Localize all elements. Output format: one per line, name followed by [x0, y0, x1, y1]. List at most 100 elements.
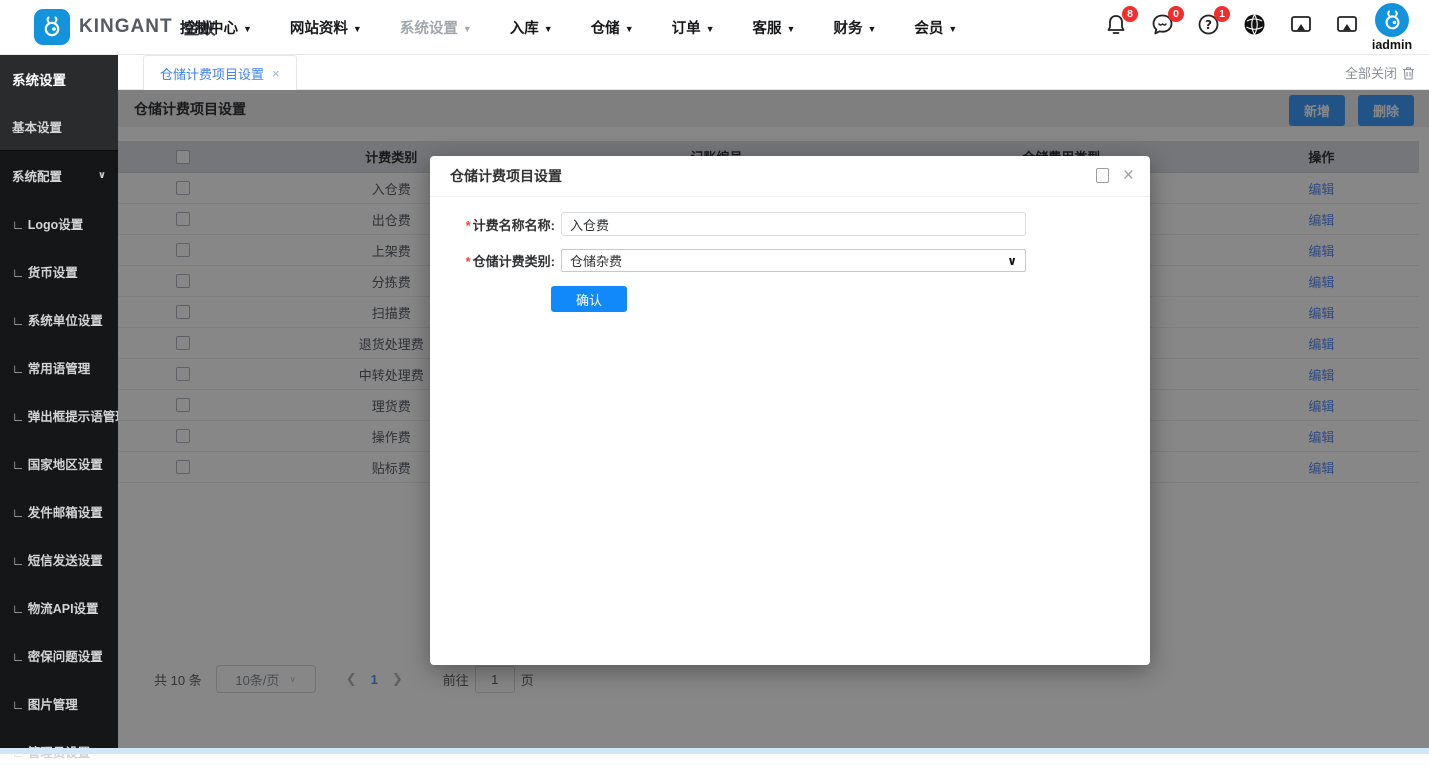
tab-close-icon[interactable]: × — [272, 66, 280, 81]
sidebar-item[interactable]: ∟ 弹出框提示语管理 ∨ — [0, 391, 118, 439]
fee-category-field-row: *仓储计费类别: 仓储杂费 ∨ — [430, 249, 1026, 272]
close-icon[interactable]: × — [1123, 169, 1134, 183]
sidebar-item-label: ∟ 常用语管理 — [12, 358, 90, 377]
nav-menu-label: 网站资料 — [290, 17, 348, 38]
brand-name-en: KINGANT — [79, 16, 173, 38]
nav-menu-item[interactable]: 会员 ▼ — [914, 17, 957, 38]
close-all-tabs-button[interactable]: 全部关闭 — [1345, 55, 1415, 90]
nav-menu-label: 会员 — [914, 17, 943, 38]
required-asterisk: * — [466, 218, 471, 233]
globe-language-icon[interactable] — [1243, 13, 1267, 37]
nav-menu-label: 入库 — [510, 17, 539, 38]
sidebar-item-label: 系统设置 — [12, 69, 66, 89]
sidebar-item[interactable]: 系统设置 ∨ — [0, 55, 118, 103]
chevron-down-icon: ▼ — [463, 24, 472, 34]
nav-menu-item[interactable]: 系统设置 ▼ — [400, 17, 472, 38]
fee-category-selected-value: 仓储杂费 — [570, 251, 622, 270]
storage-fee-dialog: 仓储计费项目设置 × *计费名称名称: *仓储计费类别: 仓储杂费 ∨ 确认 — [430, 156, 1150, 665]
help-badge: 1 — [1214, 6, 1230, 22]
nav-menu-item[interactable]: 入库 ▼ — [510, 17, 553, 38]
chevron-down-icon: ▼ — [948, 24, 957, 34]
chevron-down-icon: ▼ — [706, 24, 715, 34]
notification-bell-icon[interactable]: 8 — [1105, 13, 1129, 37]
sidebar-item[interactable]: 基本设置 ∨ — [0, 103, 118, 151]
sidebar-item[interactable]: ∟ Logo设置 ∨ — [0, 199, 118, 247]
dialog-tools: × — [1096, 168, 1134, 183]
screen-monitor-icon[interactable] — [1289, 13, 1313, 37]
fee-category-select[interactable]: 仓储杂费 ∨ — [561, 249, 1026, 272]
sidebar-item-label: ∟ 密保问题设置 — [12, 646, 103, 665]
fee-category-label: *仓储计费类别: — [430, 251, 555, 270]
sidebar-item[interactable]: ∟ 发件邮箱设置 ∨ — [0, 487, 118, 535]
close-all-label: 全部关闭 — [1345, 63, 1397, 82]
sidebar-item[interactable]: ∟ 短信发送设置 ∨ — [0, 535, 118, 583]
chevron-down-icon: ▼ — [867, 24, 876, 34]
nav-menu-label: 财务 — [833, 17, 862, 38]
chevron-down-icon: ▼ — [544, 24, 553, 34]
fee-name-input[interactable] — [561, 212, 1026, 236]
chat-badge: 0 — [1168, 6, 1184, 22]
nav-menu-label: 系统设置 — [400, 17, 458, 38]
nav-menu-item[interactable]: 控制中心 ▼ — [180, 17, 252, 38]
nav-menu-item[interactable]: 订单 ▼ — [672, 17, 715, 38]
sidebar-item-label: ∟ Logo设置 — [12, 214, 83, 233]
bell-badge: 8 — [1122, 6, 1138, 22]
sidebar-item[interactable]: ∟ 货币设置 ∨ — [0, 247, 118, 295]
chevron-down-icon: ▼ — [625, 24, 634, 34]
nav-menu-item[interactable]: 网站资料 ▼ — [290, 17, 362, 38]
sidebar-item-label: ∟ 货币设置 — [12, 262, 78, 281]
horizontal-scrollbar[interactable] — [0, 748, 1429, 754]
fee-name-label: *计费名称名称: — [430, 215, 555, 234]
tab-label: 仓储计费项目设置 — [160, 64, 264, 83]
chevron-down-icon: ∨ — [1007, 254, 1017, 268]
sidebar-item[interactable]: 系统配置 ∨ — [0, 151, 118, 199]
required-asterisk: * — [466, 254, 471, 269]
user-menu[interactable]: iadmin — [1363, 3, 1421, 52]
nav-menu-item[interactable]: 财务 ▼ — [833, 17, 876, 38]
nav-menu-label: 控制中心 — [180, 17, 238, 38]
sidebar-item-label: ∟ 弹出框提示语管理 — [12, 406, 118, 425]
sidebar-item-label: ∟ 系统单位设置 — [12, 310, 103, 329]
sidebar-item-label: ∟ 物流API设置 — [12, 598, 99, 617]
sidebar: 系统设置 ∨ 基本设置 ∨ 系统配置 ∨ ∟ Logo设置 ∨ ∟ 货币设置 ∨… — [0, 55, 118, 754]
sidebar-item-label: ∟ 短信发送设置 — [12, 550, 103, 569]
dialog-header: 仓储计费项目设置 × — [430, 156, 1150, 197]
tab-bar: 仓储计费项目设置 × 全部关闭 — [118, 55, 1429, 90]
tab-storage-fee-settings[interactable]: 仓储计费项目设置 × — [143, 55, 297, 90]
chat-message-icon[interactable]: 0 — [1151, 13, 1175, 37]
sidebar-item[interactable]: ∟ 常用语管理 ∨ — [0, 343, 118, 391]
sidebar-item-label: 系统配置 — [12, 166, 62, 185]
sidebar-item[interactable]: ∟ 图片管理 ∨ — [0, 679, 118, 727]
sidebar-item-label: ∟ 图片管理 — [12, 694, 78, 713]
confirm-button[interactable]: 确认 — [551, 286, 627, 312]
chevron-down-icon: ∨ — [98, 170, 106, 181]
nav-menu-item[interactable]: 客服 ▼ — [753, 17, 796, 38]
nav-menu-label: 客服 — [753, 17, 782, 38]
top-nav: 控制中心 ▼ 网站资料 ▼ 系统设置 ▼ 入库 ▼ 仓储 ▼ — [180, 0, 957, 55]
trash-icon — [1402, 66, 1415, 80]
chevron-down-icon: ▼ — [787, 24, 796, 34]
fee-name-field-row: *计费名称名称: — [430, 212, 1026, 236]
svg-text:?: ? — [1205, 18, 1212, 32]
chevron-down-icon: ▼ — [243, 24, 252, 34]
username-label: iadmin — [1363, 38, 1421, 52]
sidebar-item-label: ∟ 国家地区设置 — [12, 454, 103, 473]
help-question-icon[interactable]: ? 1 — [1197, 13, 1221, 37]
sidebar-item[interactable]: ∟ 物流API设置 ∨ — [0, 583, 118, 631]
top-header: KINGANT 金蚁 控制中心 ▼ 网站资料 ▼ 系统设置 ▼ 入库 ▼ — [0, 0, 1429, 55]
avatar — [1375, 3, 1409, 37]
sidebar-item[interactable]: ∟ 密保问题设置 ∨ — [0, 631, 118, 679]
nav-menu-label: 订单 — [672, 17, 701, 38]
nav-menu-item[interactable]: 仓储 ▼ — [591, 17, 634, 38]
header-icon-group: 8 0 ? 1 — [1105, 13, 1359, 37]
chevron-down-icon: ▼ — [353, 24, 362, 34]
sidebar-item[interactable]: ∟ 国家地区设置 ∨ — [0, 439, 118, 487]
maximize-icon[interactable] — [1096, 168, 1109, 183]
sidebar-item-label: 基本设置 — [12, 117, 62, 136]
screen-share-icon[interactable] — [1335, 13, 1359, 37]
nav-menu-label: 仓储 — [591, 17, 620, 38]
sidebar-item-label: ∟ 发件邮箱设置 — [12, 502, 103, 521]
dialog-title: 仓储计费项目设置 — [450, 166, 562, 186]
sidebar-item[interactable]: ∟ 系统单位设置 ∨ — [0, 295, 118, 343]
ant-logo-icon — [34, 9, 70, 45]
